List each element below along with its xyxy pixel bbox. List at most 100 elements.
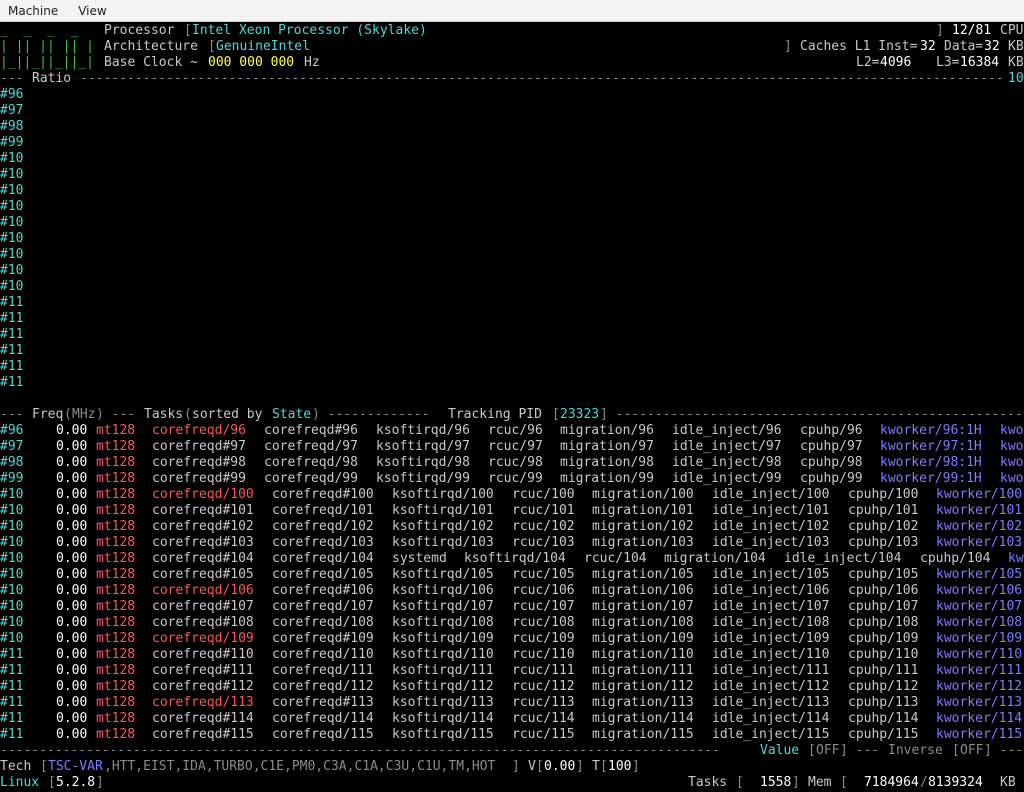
task-name: corefreqd/110 xyxy=(272,647,374,662)
value-toggle-state[interactable]: OFF xyxy=(816,743,839,759)
task-kworker: kworker/110 xyxy=(936,647,1023,662)
task-name: cpuhp/110 xyxy=(848,647,919,662)
task-row[interactable]: #10 0.00 mt128 corefreqd/109 corefreqd#109 ks… xyxy=(0,631,1024,647)
task-row[interactable]: #10 0.00 mt128 corefreqd#103 corefreqd/103 ks… xyxy=(0,535,1024,551)
task-core: #98 xyxy=(0,455,24,470)
freq-label: Freq xyxy=(32,407,64,422)
task-mt: mt128 xyxy=(96,647,136,662)
task-kworker: kworker/108 xyxy=(936,615,1023,630)
task-core: #10 xyxy=(0,583,24,598)
status-row: Linux [ 5.2.8 ] Tasks [ 1558 ] Mem [ 718… xyxy=(0,775,1016,790)
task-row[interactable]: #11 0.00 mt128 corefreqd#115 corefreqd/115 ks… xyxy=(0,727,1024,743)
task-name: ksoftirqd/111 xyxy=(392,663,494,678)
logo-line-2: | || || || | xyxy=(0,39,94,54)
ratio-core-label: #10 xyxy=(0,151,24,166)
task-name: cpuhp/97 xyxy=(800,439,863,454)
task-name: idle_inject/106 xyxy=(712,583,830,598)
task-name: corefreqd/96 xyxy=(152,423,246,438)
l1-inst-value: 32 xyxy=(920,39,936,54)
tasks-count-value: 1558 xyxy=(760,775,792,790)
task-name: rcuc/97 xyxy=(488,439,543,454)
l1-data-label: Data= xyxy=(944,39,984,54)
task-kworker: kwo xyxy=(1000,423,1024,438)
sort-state[interactable]: State xyxy=(272,407,311,423)
task-row[interactable]: #11 0.00 mt128 corefreqd#110 corefreqd/110 ks… xyxy=(0,647,1024,663)
task-name: corefreqd/104 xyxy=(272,551,374,566)
task-kworker: kworker/114 xyxy=(936,711,1023,726)
task-name: idle_inject/114 xyxy=(712,711,830,726)
task-freq: 0.00 xyxy=(56,439,88,454)
tracking-pid-value[interactable]: 23323 xyxy=(560,407,599,423)
task-row[interactable]: #10 0.00 mt128 corefreqd#102 corefreqd/102 ks… xyxy=(0,519,1024,535)
task-name: corefreqd#114 xyxy=(152,711,254,726)
task-core: #11 xyxy=(0,647,24,662)
inverse-toggle-label[interactable]: Inverse xyxy=(888,743,943,759)
tasks-label[interactable]: Tasks xyxy=(144,407,183,423)
task-name: ksoftirqd/107 xyxy=(392,599,494,614)
task-name: migration/113 xyxy=(592,695,694,710)
menu-view[interactable]: View xyxy=(78,3,106,19)
ratio-core-label: #99 xyxy=(0,135,24,150)
ratio-core-label: #11 xyxy=(0,311,24,326)
task-name: rcuc/109 xyxy=(512,631,575,646)
task-row[interactable]: #10 0.00 mt128 corefreqd#101 corefreqd/101 ks… xyxy=(0,503,1024,519)
task-row[interactable]: #10 0.00 mt128 corefreqd/106 corefreqd#106 ks… xyxy=(0,583,1024,599)
task-row[interactable]: #10 0.00 mt128 corefreqd/100 corefreqd#100 ks… xyxy=(0,487,1024,503)
task-name: cpuhp/100 xyxy=(848,487,919,502)
task-freq: 0.00 xyxy=(56,455,88,470)
menu-machine[interactable]: Machine xyxy=(8,3,58,19)
task-core: #10 xyxy=(0,535,24,550)
value-toggle-label[interactable]: Value xyxy=(760,743,799,759)
terminal[interactable]: _ _ _ _ Processor [ Intel Xeon Processor… xyxy=(0,22,1024,792)
task-name: corefreqd/111 xyxy=(272,663,374,678)
task-name: cpuhp/99 xyxy=(800,471,863,486)
task-kworker: kwo xyxy=(1000,471,1024,486)
task-mt: mt128 xyxy=(96,551,136,566)
task-name: cpuhp/101 xyxy=(848,503,919,518)
task-name: rcuc/112 xyxy=(512,679,575,694)
task-name: ksoftirqd/97 xyxy=(376,439,470,454)
mem-used: 7184964 xyxy=(864,775,919,790)
task-name: corefreqd/113 xyxy=(152,695,254,710)
task-row[interactable]: #11 0.00 mt128 corefreqd/113 corefreqd#113 ks… xyxy=(0,695,1024,711)
task-kworker: kworker/103 xyxy=(936,535,1023,550)
task-kworker: kworker/99:1H xyxy=(880,471,982,486)
task-name: ksoftirqd/106 xyxy=(392,583,494,598)
task-name: idle_inject/99 xyxy=(672,471,782,486)
task-row[interactable]: #98 0.00 mt128 corefreqd#98 corefreqd/98 ksof… xyxy=(0,455,1024,471)
task-core: #10 xyxy=(0,487,24,502)
task-row[interactable]: #99 0.00 mt128 corefreqd#99 corefreqd/99 ksof… xyxy=(0,471,1024,487)
task-mt: mt128 xyxy=(96,583,136,598)
tasks-count-label: Tasks xyxy=(688,775,728,790)
task-core: #10 xyxy=(0,631,24,646)
l2-label: L2= xyxy=(856,55,880,70)
ratio-core-label: #11 xyxy=(0,359,24,374)
task-row[interactable]: #11 0.00 mt128 corefreqd#112 corefreqd/112 ks… xyxy=(0,679,1024,695)
task-mt: mt128 xyxy=(96,711,136,726)
task-name: migration/98 xyxy=(560,455,654,470)
task-row[interactable]: #10 0.00 mt128 corefreqd#107 corefreqd/107 ks… xyxy=(0,599,1024,615)
task-mt: mt128 xyxy=(96,615,136,630)
task-row[interactable]: #11 0.00 mt128 corefreqd#114 corefreqd/114 ks… xyxy=(0,711,1024,727)
task-name: corefreqd/115 xyxy=(272,727,374,742)
task-core: #10 xyxy=(0,503,24,518)
task-name: rcuc/108 xyxy=(512,615,575,630)
task-row[interactable]: #10 0.00 mt128 corefreqd#104 corefreqd/104 sy… xyxy=(0,551,1024,567)
task-row[interactable]: #10 0.00 mt128 corefreqd#108 corefreqd/108 ks… xyxy=(0,615,1024,631)
task-name: ksoftirqd/104 xyxy=(464,551,566,566)
task-name: migration/108 xyxy=(592,615,694,630)
task-core: #11 xyxy=(0,727,24,742)
task-row[interactable]: #96 0.00 mt128 corefreqd/96 corefreqd#96 ksof… xyxy=(0,423,1024,439)
task-row[interactable]: #10 0.00 mt128 corefreqd#105 corefreqd/105 ks… xyxy=(0,567,1024,583)
task-name: rcuc/113 xyxy=(512,695,575,710)
inverse-toggle-state[interactable]: OFF xyxy=(960,743,983,759)
task-name: corefreqd/109 xyxy=(152,631,254,646)
task-name: corefreqd#109 xyxy=(272,631,374,646)
task-name: corefreqd/105 xyxy=(272,567,374,582)
task-name: rcuc/99 xyxy=(488,471,543,486)
tracking-pid-label: Tracking PID xyxy=(448,407,542,422)
task-row[interactable]: #97 0.00 mt128 corefreqd#97 corefreqd/97 ksof… xyxy=(0,439,1024,455)
task-name: rcuc/103 xyxy=(512,535,575,550)
task-row[interactable]: #11 0.00 mt128 corefreqd#111 corefreqd/111 ks… xyxy=(0,663,1024,679)
task-name: idle_inject/109 xyxy=(712,631,830,646)
